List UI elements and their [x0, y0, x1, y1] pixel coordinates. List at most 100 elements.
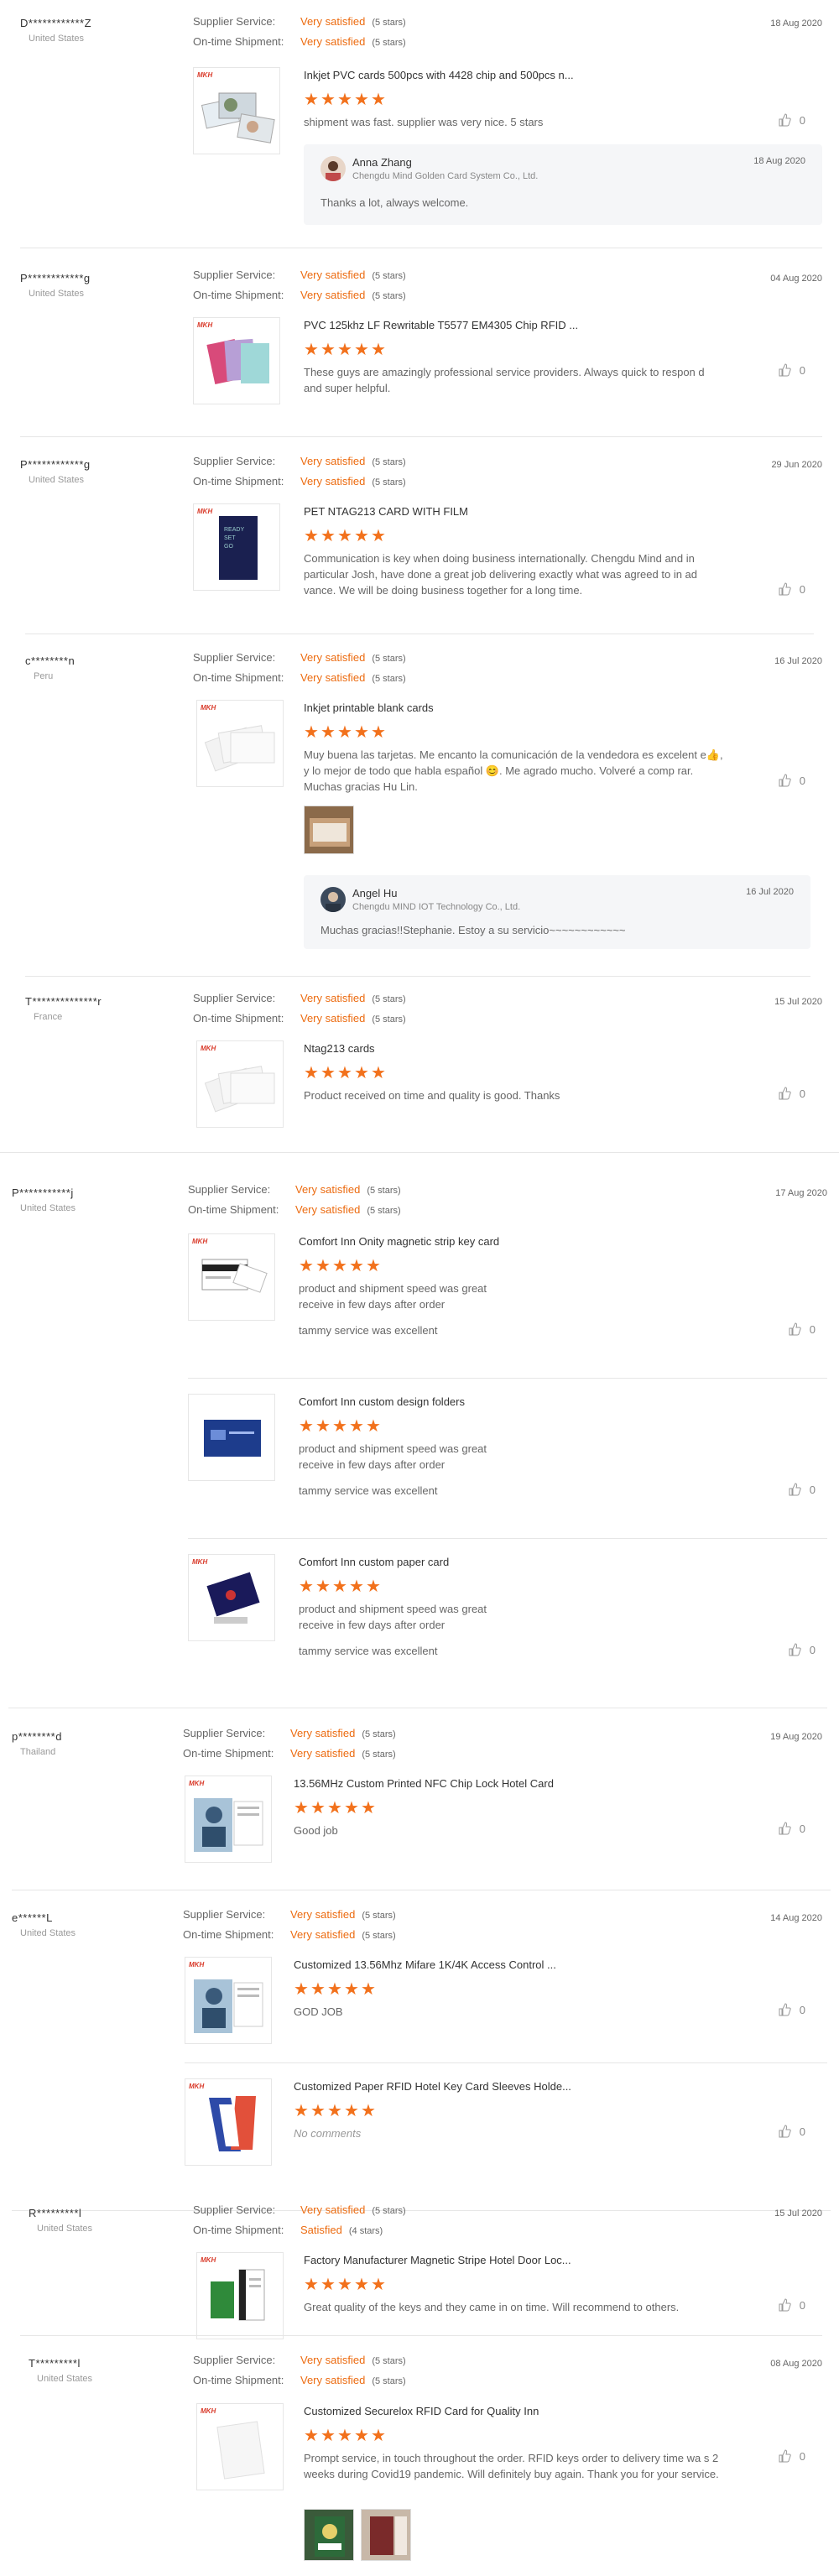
star-icon: ★ — [361, 1980, 376, 1999]
star-icon: ★ — [315, 1577, 331, 1596]
review-divider — [20, 2335, 822, 2336]
supplier-reply-name: Anna Zhang — [352, 156, 412, 169]
star-icon: ★ — [366, 1257, 381, 1275]
review-comment: These guys are amazingly professional se… — [304, 366, 705, 394]
product-title-link[interactable]: Customized Securelox RFID Card for Quali… — [304, 2405, 539, 2417]
review-comment: Great quality of the keys and they came … — [304, 2301, 680, 2313]
product-thumbnail[interactable]: READY SET GO MKH — [193, 503, 280, 591]
thumbs-up-icon — [779, 113, 791, 127]
star-icon: ★ — [337, 2276, 352, 2294]
star-icon: ★ — [315, 1257, 331, 1275]
product-title-link[interactable]: Comfort Inn custom paper card — [299, 1556, 449, 1568]
supplier-avatar — [320, 156, 346, 181]
supplier-service-label: Supplier Service: — [193, 2354, 276, 2366]
buyer-name: c********n — [25, 654, 76, 667]
on-time-shipment-row: On-time Shipment: Very satisfied (5 stars) — [193, 289, 406, 301]
star-icon: ★ — [354, 341, 369, 359]
on-time-shipment-row: On-time Shipment: Very satisfied (5 stars) — [188, 1203, 401, 1216]
thumbs-up-icon — [779, 2298, 791, 2312]
product-thumbnail[interactable]: MKH — [196, 1040, 284, 1128]
helpful-button[interactable]: 0 — [778, 113, 805, 127]
star-icon: ★ — [344, 1799, 359, 1817]
product-title-link[interactable]: Inkjet PVC cards 500pcs with 4428 chip a… — [304, 69, 574, 81]
helpful-count: 0 — [799, 774, 805, 787]
product-title-link[interactable]: Comfort Inn custom design folders — [299, 1395, 465, 1408]
review-divider — [12, 2210, 831, 2211]
product-thumbnail[interactable]: MKH — [196, 2252, 284, 2339]
stripe-card-icon — [211, 2269, 265, 2321]
product-thumbnail[interactable]: MKH — [188, 1233, 275, 1321]
on-time-shipment-row: On-time Shipment: Very satisfied (5 stars) — [193, 671, 406, 684]
product-thumbnail[interactable]: MKH — [188, 1554, 275, 1641]
helpful-button[interactable]: 0 — [788, 1483, 816, 1496]
review-comment: product and shipment speed was great rec… — [299, 1282, 487, 1311]
product-title-link[interactable]: Inkjet printable blank cards — [304, 701, 434, 714]
helpful-button[interactable]: 0 — [778, 2298, 805, 2312]
star-icon: ★ — [371, 2427, 386, 2445]
product-thumbnail[interactable]: MKH — [185, 1776, 272, 1863]
star-icon: ★ — [294, 1980, 309, 1999]
star-icon: ★ — [366, 1577, 381, 1596]
supplier-service-row: Supplier Service: Very satisfied (5 stars) — [193, 992, 406, 1004]
product-title-link[interactable]: Customized 13.56Mhz Mifare 1K/4K Access … — [294, 1958, 556, 1971]
supplier-service-label: Supplier Service: — [193, 2203, 276, 2216]
thumbs-up-icon — [779, 2003, 791, 2016]
helpful-button[interactable]: 0 — [778, 582, 805, 596]
helpful-button[interactable]: 0 — [778, 2125, 805, 2138]
helpful-button[interactable]: 0 — [778, 2003, 805, 2016]
product-title-link[interactable]: Comfort Inn Onity magnetic strip key car… — [299, 1235, 499, 1248]
product-thumbnail[interactable]: MKH — [185, 2078, 272, 2166]
rating-stars: ★ ★ ★ ★ ★ — [304, 2427, 388, 2445]
hotel-card-icon — [194, 1798, 263, 1852]
helpful-count: 0 — [799, 583, 805, 596]
review-divider — [0, 1152, 839, 1153]
supplier-service-row: Supplier Service: Very satisfied (5 stars) — [193, 269, 406, 281]
product-thumbnail[interactable]: MKH — [196, 2403, 284, 2490]
helpful-button[interactable]: 0 — [788, 1643, 816, 1656]
review-photo[interactable] — [361, 2509, 411, 2561]
star-icon: ★ — [332, 1577, 347, 1596]
product-thumbnail[interactable] — [188, 1394, 275, 1481]
review-comment: product and shipment speed was great rec… — [299, 1603, 487, 1631]
helpful-button[interactable]: 0 — [778, 363, 805, 377]
on-time-shipment-row: On-time Shipment: Very satisfied (5 stars) — [193, 2374, 406, 2386]
on-time-shipment-stars: (5 stars) — [372, 1014, 406, 1025]
on-time-shipment-stars: (5 stars) — [367, 1206, 401, 1216]
on-time-shipment-stars: (4 stars) — [348, 2226, 383, 2236]
review-photo[interactable] — [304, 2509, 354, 2561]
supplier-service-row: Supplier Service: Very satisfied (5 stars) — [193, 2203, 406, 2216]
supplier-service-label: Supplier Service: — [193, 992, 276, 1004]
rating-stars: ★ ★ ★ ★ ★ — [294, 2102, 378, 2120]
buyer-country: Thailand — [20, 1747, 56, 1757]
product-title-link[interactable]: Customized Paper RFID Hotel Key Card Sle… — [294, 2080, 571, 2093]
thumbs-up-icon — [779, 2449, 791, 2463]
supplier-service-row: Supplier Service: Very satisfied (5 stars) — [193, 455, 406, 467]
helpful-button[interactable]: 0 — [778, 774, 805, 787]
star-icon: ★ — [294, 1799, 309, 1817]
product-title-link[interactable]: 13.56MHz Custom Printed NFC Chip Lock Ho… — [294, 1777, 554, 1790]
helpful-button[interactable]: 0 — [778, 2449, 805, 2463]
magnetic-card-icon — [201, 1259, 268, 1293]
helpful-button[interactable]: 0 — [778, 1822, 805, 1835]
helpful-button[interactable]: 0 — [788, 1322, 816, 1336]
supplier-service-value: Very satisfied — [300, 2203, 366, 2216]
on-time-shipment-value: Very satisfied — [300, 2374, 366, 2386]
buyer-country: France — [34, 1012, 63, 1022]
product-thumbnail[interactable]: MKH — [193, 67, 280, 154]
star-icon: ★ — [294, 2102, 309, 2120]
product-title-link[interactable]: Factory Manufacturer Magnetic Stripe Hot… — [304, 2254, 571, 2266]
star-icon: ★ — [361, 2102, 376, 2120]
supplier-reply-date: 18 Aug 2020 — [753, 156, 805, 166]
product-title-link[interactable]: PVC 125khz LF Rewritable T5577 EM4305 Ch… — [304, 319, 578, 331]
product-thumbnail[interactable]: MKH — [193, 317, 280, 404]
product-title-link[interactable]: Ntag213 cards — [304, 1042, 375, 1055]
review-photo[interactable] — [304, 806, 354, 854]
on-time-shipment-row: On-time Shipment: Very satisfied (5 stars) — [183, 1928, 396, 1941]
star-icon: ★ — [320, 723, 336, 742]
helpful-button[interactable]: 0 — [778, 1087, 805, 1100]
product-title-link[interactable]: PET NTAG213 CARD WITH FILM — [304, 505, 468, 518]
product-thumbnail[interactable]: MKH — [196, 700, 284, 787]
product-thumbnail[interactable]: MKH — [185, 1957, 272, 2044]
star-icon: ★ — [371, 91, 386, 109]
star-icon: ★ — [366, 1417, 381, 1436]
